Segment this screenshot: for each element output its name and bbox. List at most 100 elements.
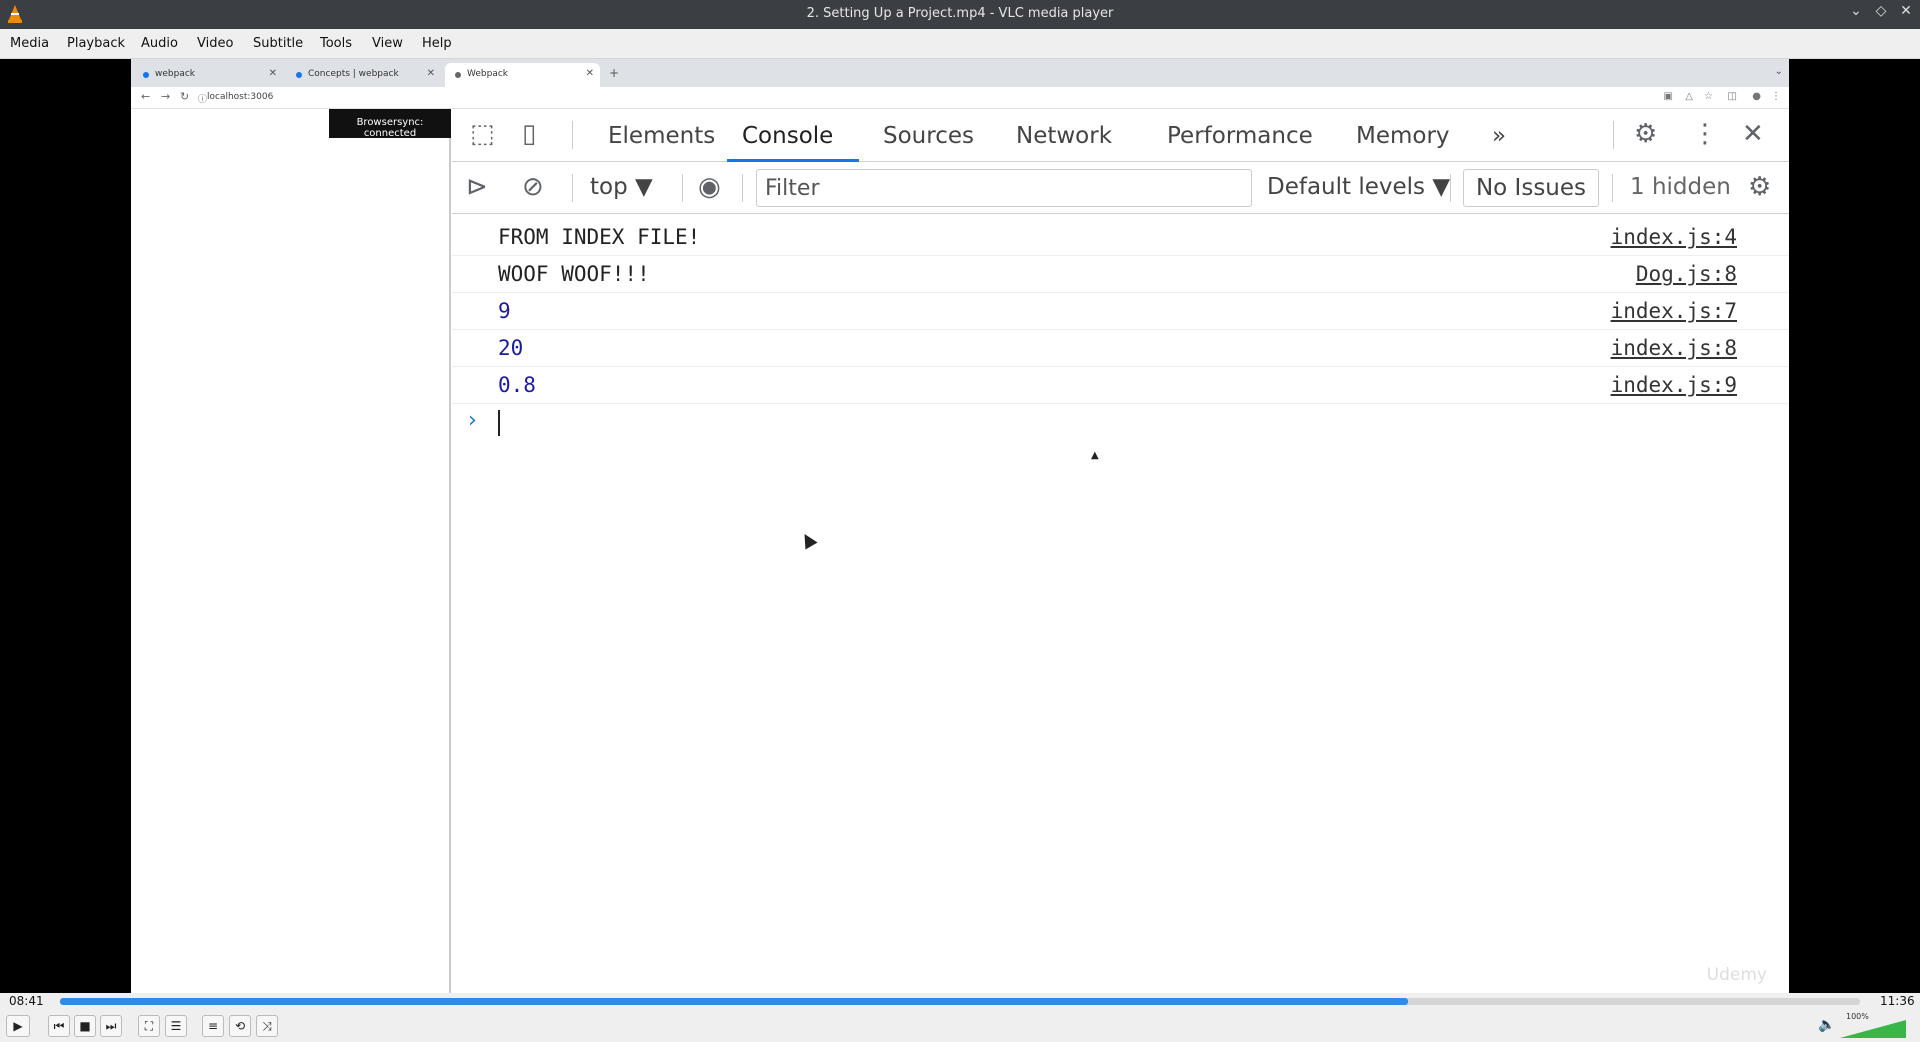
close-tab-icon[interactable]: ✕: [269, 68, 277, 79]
extended-settings-button[interactable]: ☰: [165, 1015, 187, 1037]
video-frame: webpack ✕ Concepts | webpack ✕ Webpack ✕…: [131, 59, 1789, 993]
issues-button[interactable]: No Issues: [1463, 169, 1599, 207]
menu-subtitle[interactable]: Subtitle: [253, 36, 303, 51]
browser-tab[interactable]: webpack ✕: [133, 63, 283, 87]
fullscreen-button[interactable]: ⛶: [138, 1015, 160, 1037]
menu-help[interactable]: Help: [422, 36, 452, 51]
log-source-link[interactable]: index.js:9: [1611, 373, 1737, 397]
browsersync-badge: Browsersync: connected: [329, 109, 451, 139]
menu-playback[interactable]: Playback: [67, 36, 125, 51]
console-log-row: 0.8 index.js:9: [452, 367, 1789, 404]
speaker-icon[interactable]: 🔈: [1818, 1017, 1835, 1033]
menu-media[interactable]: Media: [10, 36, 49, 51]
browser-tab-active[interactable]: Webpack ✕: [445, 63, 600, 87]
divider: [1613, 121, 1614, 149]
loop-button[interactable]: ⟲: [229, 1015, 251, 1037]
side-panel-icon[interactable]: ◫: [1728, 91, 1737, 102]
menu-bar: Media Playback Audio Video Subtitle Tool…: [0, 29, 1920, 59]
reload-icon[interactable]: ↻: [180, 90, 189, 103]
console-log-row: WOOF WOOF!!! Dog.js:8: [452, 256, 1789, 293]
filter-input[interactable]: Filter: [756, 169, 1252, 207]
close-icon[interactable]: ✕: [1896, 3, 1916, 19]
log-message: 9: [498, 299, 511, 323]
log-levels-dropdown[interactable]: Default levels ▼: [1267, 174, 1450, 200]
elapsed-time: 08:41: [9, 994, 44, 1008]
next-button[interactable]: ⏭: [100, 1015, 122, 1037]
device-toolbar-icon[interactable]: ▯: [522, 119, 536, 149]
volume-slider[interactable]: 100%: [1840, 1012, 1906, 1038]
extension-icon[interactable]: △: [1685, 91, 1693, 102]
favicon-icon: [296, 72, 302, 78]
playlist-button[interactable]: ≡: [202, 1015, 224, 1037]
udemy-watermark: Udemy: [1706, 965, 1767, 985]
console-log-row: 9 index.js:7: [452, 293, 1789, 330]
browser-tab[interactable]: Concepts | webpack ✕: [286, 63, 441, 87]
close-devtools-icon[interactable]: ✕: [1742, 119, 1764, 149]
page-viewport: [131, 109, 451, 993]
maximize-icon[interactable]: ◇: [1871, 3, 1891, 19]
settings-gear-icon[interactable]: ⚙: [1634, 119, 1657, 149]
console-prompt[interactable]: ›: [452, 404, 1789, 444]
customize-menu-icon[interactable]: ⋮: [1692, 119, 1718, 149]
log-source-link[interactable]: Dog.js:8: [1636, 262, 1737, 286]
video-area[interactable]: webpack ✕ Concepts | webpack ✕ Webpack ✕…: [0, 59, 1920, 993]
tab-memory[interactable]: Memory: [1356, 123, 1450, 149]
devtools-panel: ⬚ ▯ Elements Console Sources Network Per…: [452, 109, 1789, 993]
window-titlebar: 2. Setting Up a Project.mp4 - VLC media …: [0, 0, 1920, 29]
divider: [742, 174, 743, 202]
extension-icon[interactable]: ▣: [1664, 91, 1673, 102]
window-title: 2. Setting Up a Project.mp4 - VLC media …: [806, 6, 1114, 21]
divider: [572, 121, 573, 149]
seek-slider[interactable]: [60, 998, 1860, 1005]
tab-console[interactable]: Console: [742, 123, 833, 149]
tab-elements[interactable]: Elements: [608, 123, 715, 149]
divider: [1612, 174, 1613, 202]
menu-view[interactable]: View: [372, 36, 403, 51]
inspect-element-icon[interactable]: ⬚: [470, 119, 495, 149]
url-text[interactable]: localhost:3006: [207, 92, 273, 102]
log-source-link[interactable]: index.js:4: [1611, 225, 1737, 249]
new-tab-icon[interactable]: +: [609, 66, 619, 80]
back-icon[interactable]: ←: [141, 90, 150, 103]
volume-level: [1840, 1020, 1906, 1038]
menu-audio[interactable]: Audio: [141, 36, 178, 51]
clear-console-icon[interactable]: ⊘: [522, 172, 544, 202]
log-source-link[interactable]: index.js:7: [1611, 299, 1737, 323]
divider: [1450, 174, 1451, 202]
seek-progress: [60, 998, 1409, 1005]
log-message: FROM INDEX FILE!: [498, 225, 701, 249]
seek-bar-row: 08:41 11:36: [0, 993, 1920, 1009]
log-message: 0.8: [498, 373, 536, 397]
log-message: WOOF WOOF!!!: [498, 262, 650, 286]
shuffle-button[interactable]: ⤨: [256, 1015, 278, 1037]
globe-icon: [455, 72, 461, 78]
previous-button[interactable]: ⏮: [48, 1015, 70, 1037]
address-bar: ← → ↻ ⓘ localhost:3006 ▣ △ ☆ ◫ ● ⋮: [131, 87, 1789, 109]
menu-tools[interactable]: Tools: [320, 36, 352, 51]
tab-sources[interactable]: Sources: [883, 123, 974, 149]
profile-icon[interactable]: ●: [1752, 91, 1761, 102]
browser-menu-icon[interactable]: ⋮: [1771, 91, 1781, 102]
menu-video[interactable]: Video: [197, 36, 233, 51]
text-caret: [498, 410, 500, 436]
close-tab-icon[interactable]: ✕: [586, 68, 594, 79]
log-source-link[interactable]: index.js:8: [1611, 336, 1737, 360]
browser-tab-label: Webpack: [467, 69, 509, 79]
show-sidebar-icon[interactable]: ⊳: [466, 172, 488, 202]
forward-icon[interactable]: →: [161, 90, 170, 103]
tab-network[interactable]: Network: [1016, 123, 1112, 149]
console-settings-gear-icon[interactable]: ⚙: [1748, 172, 1771, 202]
stop-button[interactable]: ■: [74, 1015, 96, 1037]
tab-performance[interactable]: Performance: [1167, 123, 1313, 149]
context-selector[interactable]: top ▼: [590, 174, 653, 200]
live-expression-eye-icon[interactable]: ◉: [698, 172, 721, 202]
mouse-cursor-icon: ▲: [1091, 450, 1099, 461]
prompt-chevron-icon: ›: [468, 408, 477, 433]
minimize-icon[interactable]: ⌄: [1846, 3, 1866, 19]
total-time: 11:36: [1880, 994, 1915, 1008]
close-tab-icon[interactable]: ✕: [427, 68, 435, 79]
play-button[interactable]: ▶: [6, 1015, 30, 1037]
more-tabs-icon[interactable]: »: [1492, 123, 1506, 149]
tab-search-icon[interactable]: ⌄: [1775, 66, 1783, 77]
bookmark-star-icon[interactable]: ☆: [1704, 91, 1713, 102]
